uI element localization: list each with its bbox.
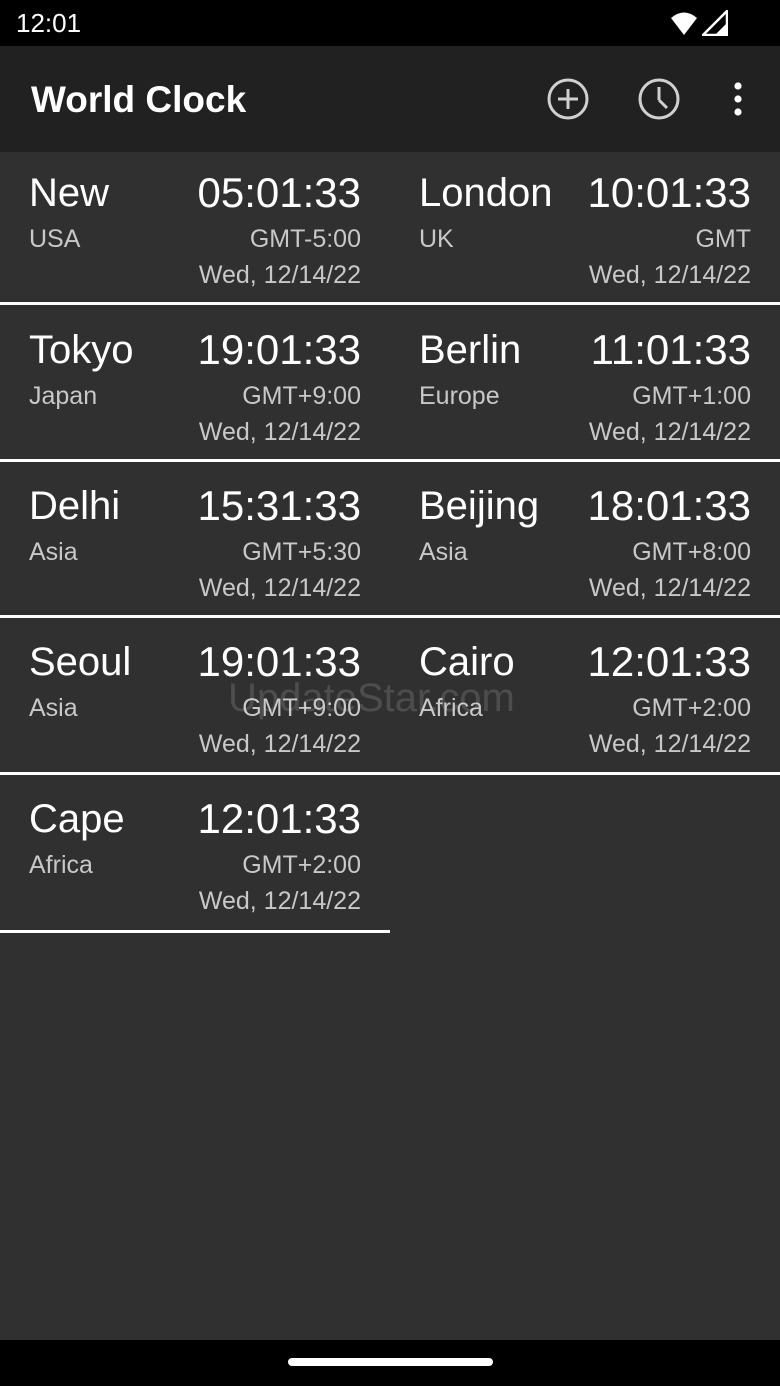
city-date: Wed, 12/14/22 bbox=[198, 730, 361, 758]
gmt-offset: GMT bbox=[695, 225, 751, 253]
add-clock-button[interactable] bbox=[546, 77, 590, 121]
row-divider bbox=[0, 930, 390, 933]
city-date: Wed, 12/14/22 bbox=[198, 418, 361, 446]
city-time: 12:01:33 bbox=[197, 795, 362, 842]
clock-card-berlin[interactable]: Berlin 11:01:33 Europe GMT+1:00 Wed, 12/… bbox=[390, 309, 780, 459]
city-date: Wed, 12/14/22 bbox=[198, 574, 361, 602]
gmt-offset: GMT+1:00 bbox=[632, 382, 751, 410]
app-title: World Clock bbox=[31, 79, 247, 120]
row-divider bbox=[0, 772, 780, 775]
city-name: Beijing bbox=[419, 484, 540, 528]
city-name: New bbox=[29, 171, 110, 215]
clock-button[interactable] bbox=[637, 77, 681, 121]
city-time: 15:31:33 bbox=[197, 482, 362, 529]
city-time: 18:01:33 bbox=[587, 482, 752, 529]
city-name: Berlin bbox=[419, 328, 522, 372]
city-region: Asia bbox=[29, 538, 78, 566]
row-divider bbox=[0, 615, 780, 618]
city-region: Japan bbox=[29, 382, 98, 410]
city-name: Cairo bbox=[419, 640, 515, 684]
status-bar: 12:01 bbox=[0, 0, 780, 46]
city-region: USA bbox=[29, 225, 81, 253]
row-divider bbox=[0, 459, 780, 462]
clock-card-cape[interactable]: Cape 12:01:33 Africa GMT+2:00 Wed, 12/14… bbox=[0, 778, 390, 928]
add-circle-icon bbox=[547, 78, 589, 120]
city-name: Delhi bbox=[29, 484, 121, 528]
city-time: 19:01:33 bbox=[197, 326, 362, 373]
wifi-icon bbox=[671, 12, 697, 35]
row-divider bbox=[0, 302, 780, 305]
city-region: Africa bbox=[419, 694, 483, 722]
clock-card-london[interactable]: London 10:01:33 UK GMT Wed, 12/14/22 bbox=[390, 152, 780, 302]
city-region: UK bbox=[419, 225, 454, 253]
more-options-button[interactable] bbox=[716, 77, 760, 121]
status-time: 12:01 bbox=[16, 8, 82, 38]
city-date: Wed, 12/14/22 bbox=[588, 261, 751, 289]
clock-card-delhi[interactable]: Delhi 15:31:33 Asia GMT+5:30 Wed, 12/14/… bbox=[0, 465, 390, 615]
city-date: Wed, 12/14/22 bbox=[588, 730, 751, 758]
gmt-offset: GMT+2:00 bbox=[632, 694, 751, 722]
city-region: Africa bbox=[29, 851, 93, 879]
city-date: Wed, 12/14/22 bbox=[198, 887, 361, 915]
clock-card-cairo[interactable]: Cairo 12:01:33 Africa GMT+2:00 Wed, 12/1… bbox=[390, 621, 780, 771]
city-region: Asia bbox=[419, 538, 468, 566]
city-name: London bbox=[419, 171, 553, 215]
gmt-offset: GMT+8:00 bbox=[632, 538, 751, 566]
city-time: 05:01:33 bbox=[197, 169, 362, 216]
city-region: Asia bbox=[29, 694, 78, 722]
gmt-offset: GMT-5:00 bbox=[249, 225, 361, 253]
city-name: Seoul bbox=[29, 640, 132, 684]
gmt-offset: GMT+5:30 bbox=[242, 538, 361, 566]
city-time: 11:01:33 bbox=[590, 326, 751, 373]
clock-card-tokyo[interactable]: Tokyo 19:01:33 Japan GMT+9:00 Wed, 12/14… bbox=[0, 309, 390, 459]
status-icons bbox=[670, 9, 730, 37]
city-name: Tokyo bbox=[29, 328, 134, 372]
clock-card-seoul[interactable]: Seoul 19:01:33 Asia GMT+9:00 Wed, 12/14/… bbox=[0, 621, 390, 771]
gmt-offset: GMT+9:00 bbox=[242, 382, 361, 410]
city-time: 10:01:33 bbox=[587, 169, 752, 216]
city-date: Wed, 12/14/22 bbox=[198, 261, 361, 289]
city-date: Wed, 12/14/22 bbox=[588, 418, 751, 446]
clock-card-beijing[interactable]: Beijing 18:01:33 Asia GMT+8:00 Wed, 12/1… bbox=[390, 465, 780, 615]
home-gesture-handle[interactable] bbox=[288, 1358, 493, 1366]
app-bar: World Clock bbox=[0, 46, 780, 152]
clock-card-new[interactable]: New 05:01:33 USA GMT-5:00 Wed, 12/14/22 bbox=[0, 152, 390, 302]
clock-icon bbox=[638, 78, 680, 120]
gmt-offset: GMT+2:00 bbox=[242, 851, 361, 879]
cell-signal-icon bbox=[702, 10, 728, 36]
city-time: 12:01:33 bbox=[587, 638, 752, 685]
more-vert-icon bbox=[734, 82, 742, 116]
gmt-offset: GMT+9:00 bbox=[242, 694, 361, 722]
city-time: 19:01:33 bbox=[197, 638, 362, 685]
city-date: Wed, 12/14/22 bbox=[588, 574, 751, 602]
navigation-bar bbox=[0, 1340, 780, 1386]
city-name: Cape bbox=[29, 797, 125, 841]
city-region: Europe bbox=[419, 382, 500, 410]
